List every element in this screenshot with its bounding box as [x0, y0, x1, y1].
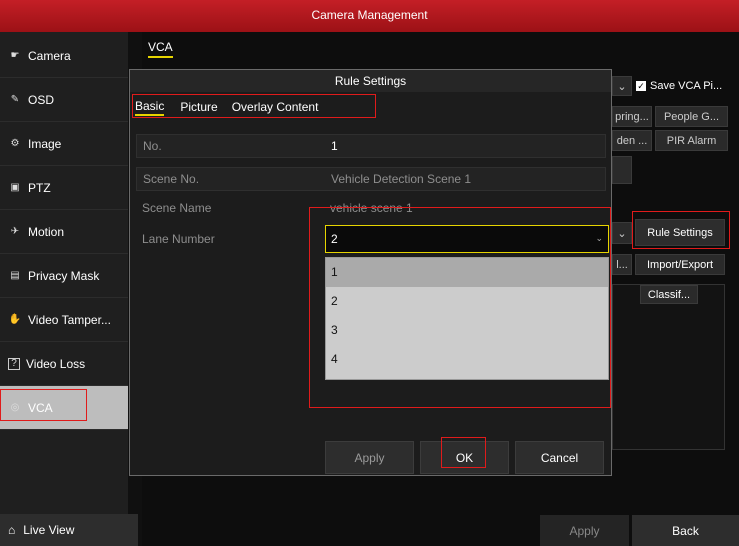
lane-number-dropdown: 1 2 3 4 [325, 257, 609, 380]
dropdown-option[interactable]: 2 [326, 287, 608, 316]
home-icon: ⌂ [8, 523, 16, 537]
chevron-down-icon[interactable]: ⌄ [612, 76, 632, 96]
field-scene-name: Scene Name vehicle scene 1 [136, 196, 606, 220]
dialog-apply-button[interactable]: Apply [325, 441, 414, 474]
sidebar-item-osd[interactable]: ✎ OSD [0, 78, 128, 122]
sidebar-item-vca[interactable]: ◎ VCA [0, 386, 128, 430]
sidebar-item-label: PTZ [28, 180, 51, 195]
field-value: 1 [331, 139, 338, 153]
save-vca-label: Save VCA Pi... [650, 80, 723, 92]
vca-icon: ◎ [10, 402, 20, 413]
ptz-icon: ▣ [10, 182, 20, 193]
sidebar: ☛ Camera ✎ OSD ⚙ Image ▣ PTZ ✈ Motion ▤ Privac… [0, 32, 128, 546]
video-loss-icon: ? [8, 357, 20, 370]
sidebar-item-label: Video Tamper... [28, 312, 111, 327]
back-button[interactable]: Back [632, 515, 739, 546]
save-vca-checkbox[interactable]: ✓ Save VCA Pi... [636, 76, 739, 96]
sidebar-item-ptz[interactable]: ▣ PTZ [0, 166, 128, 210]
apply-button[interactable]: Apply [540, 515, 629, 546]
motion-icon: ✈ [10, 226, 20, 237]
live-view-button[interactable]: ⌂ Live View [0, 514, 138, 546]
sidebar-item-label: VCA [28, 400, 53, 415]
field-label: Lane Number [142, 232, 215, 246]
bg-tab-button[interactable]: pring... [612, 106, 652, 127]
bg-tab-button[interactable]: den ... [612, 130, 652, 151]
window-title: Camera Management [0, 0, 739, 32]
sidebar-item-video-loss[interactable]: ? Video Loss [0, 342, 128, 386]
sidebar-item-image[interactable]: ⚙ Image [0, 122, 128, 166]
rules-table [612, 284, 725, 450]
import-export-button[interactable]: Import/Export [635, 254, 725, 275]
sidebar-item-label: OSD [28, 92, 55, 107]
sidebar-item-label: Motion [28, 224, 65, 239]
sidebar-item-camera[interactable]: ☛ Camera [0, 34, 128, 78]
ok-button[interactable]: OK [420, 441, 509, 474]
image-icon: ⚙ [10, 138, 20, 149]
rule-settings-dialog: Rule Settings Basic Picture Overlay Cont… [129, 69, 612, 476]
sidebar-item-motion[interactable]: ✈ Motion [0, 210, 128, 254]
chevron-down-icon: ⌄ [595, 233, 603, 243]
dropdown-option[interactable]: 1 [326, 258, 608, 287]
tab-vca[interactable]: VCA [148, 40, 173, 58]
field-scene-no: Scene No. Vehicle Detection Scene 1 [136, 167, 606, 191]
field-no: No. 1 [136, 134, 606, 158]
camera-icon: ☛ [10, 50, 20, 61]
field-label: Scene Name [142, 201, 212, 215]
field-value: Vehicle Detection Scene 1 [331, 172, 472, 186]
sidebar-item-label: Privacy Mask [28, 268, 100, 283]
select-value: 2 [331, 232, 338, 246]
bg-field [612, 156, 632, 184]
chevron-down-icon[interactable]: ⌄ [612, 222, 632, 244]
field-label: Scene No. [143, 172, 200, 186]
pir-alarm-button[interactable]: PIR Alarm [655, 130, 728, 151]
dropdown-option[interactable]: 3 [326, 316, 608, 345]
lane-number-select[interactable]: 2 ⌄ [325, 225, 609, 253]
field-label: No. [143, 139, 162, 153]
dialog-title: Rule Settings [130, 70, 611, 92]
sidebar-item-privacy-mask[interactable]: ▤ Privacy Mask [0, 254, 128, 298]
tab-overlay-content[interactable]: Overlay Content [232, 100, 319, 114]
field-value: vehicle scene 1 [330, 201, 413, 215]
dropdown-option[interactable]: 4 [326, 345, 608, 374]
checkbox-icon: ✓ [636, 81, 646, 91]
sidebar-item-label: Image [28, 136, 62, 151]
cancel-button[interactable]: Cancel [515, 441, 604, 474]
sidebar-item-label: Video Loss [26, 356, 86, 371]
bg-partial-button[interactable]: l... [612, 254, 632, 275]
rule-settings-button[interactable]: Rule Settings [635, 219, 725, 246]
sidebar-item-video-tamper[interactable]: ✋ Video Tamper... [0, 298, 128, 342]
tab-picture[interactable]: Picture [180, 100, 217, 114]
sidebar-item-label: Camera [28, 48, 71, 63]
tab-basic[interactable]: Basic [135, 99, 165, 116]
dialog-tabs: Basic Picture Overlay Content [132, 96, 318, 118]
privacy-mask-icon: ▤ [10, 270, 20, 281]
video-tamper-icon: ✋ [8, 314, 22, 325]
people-gathering-button[interactable]: People G... [655, 106, 728, 127]
classify-column-header[interactable]: Classif... [640, 285, 698, 304]
live-view-label: Live View [23, 523, 75, 537]
osd-icon: ✎ [10, 94, 20, 105]
